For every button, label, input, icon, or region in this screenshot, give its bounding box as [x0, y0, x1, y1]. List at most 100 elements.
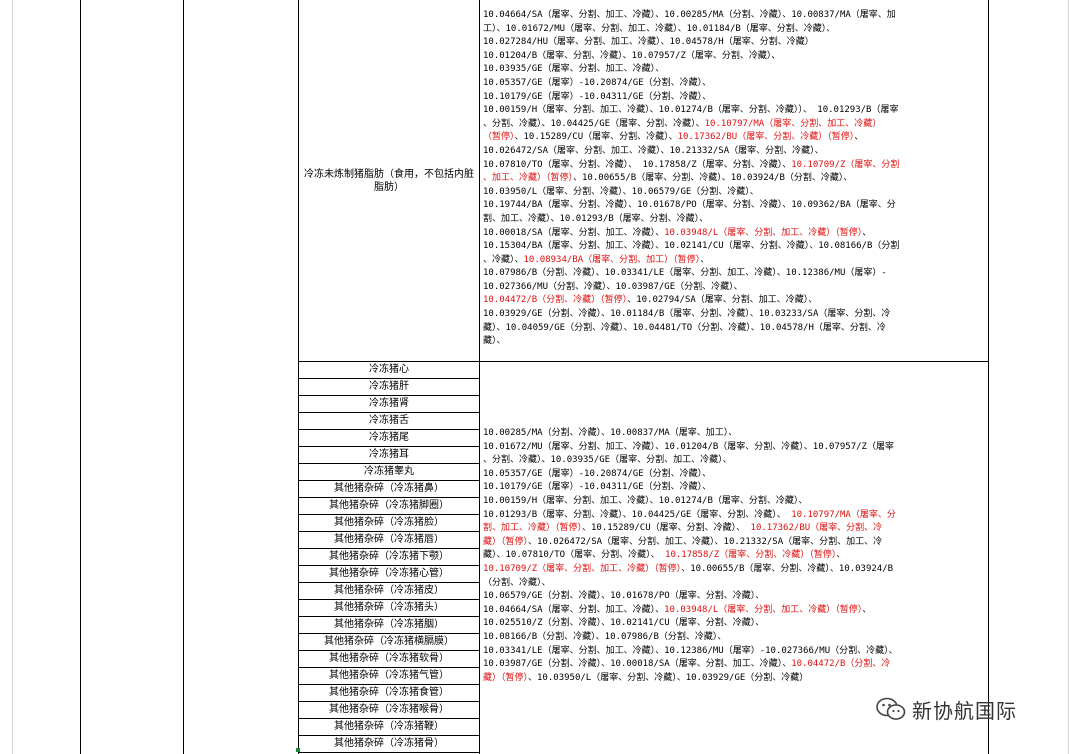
plant-entry: 10.05357/GE（屠宰）-10.20874/GE（分割、冷藏）、 — [483, 468, 712, 479]
plant-entry: 、10.026472/SA（屠宰、分割、加工、冷藏）、10.21332/SA（屠… — [528, 536, 883, 547]
product-name-cell: 其他猪杂碎（冷冻猪头） — [334, 602, 444, 613]
product-name-cell: 冷冻猪肝 — [369, 381, 409, 392]
suspended-plant-entry: 10.04472/B（分割、冷 — [791, 659, 891, 670]
list-line: 10.025510/Z（分割、冷藏）、10.02141/CU（屠宰、分割、冷藏）… — [483, 617, 986, 631]
list-line: 、冷藏）、10.08934/BA（屠宰、分割、加工）（暂停）、 — [483, 254, 986, 268]
plant-entry: 藏）、 — [483, 336, 506, 347]
plant-entry: 、 — [836, 550, 846, 561]
plant-entry: 、 — [862, 227, 872, 238]
plant-entry: 10.025510/Z（分割、冷藏）、10.02141/CU（屠宰、分割、冷藏）… — [483, 618, 765, 629]
suspended-plant-entry: 藏）（暂停） — [483, 672, 529, 683]
list-line: 10.15304/BA（屠宰、分割、加工、冷藏）、10.02141/CU（屠宰、… — [483, 240, 986, 254]
plant-entry: 10.03950/L（屠宰、分割、冷藏）、10.06579/GE（分割、冷藏）、 — [483, 186, 759, 197]
list-line: 10.04664/SA（屠宰、分割、加工、冷藏）、10.03948/L（屠宰、分… — [483, 604, 986, 618]
cell-corner-marker — [296, 748, 300, 752]
list-line: 10.01293/B（屠宰、分割、冷藏）、10.04425/GE（屠宰、分割、冷… — [483, 509, 986, 523]
product-name-cell: 其他猪杂碎（冷冻猪骨） — [334, 738, 444, 749]
list-line: 工）、10.01672/MU（屠宰、分割、加工、冷藏）、10.01184/B（屠… — [483, 23, 986, 37]
suspended-plant-entry: 10.08934/BA（屠宰、分割、加工）（暂停） — [523, 254, 701, 265]
product-name-cell: 其他猪杂碎（冷冻猪皮） — [334, 585, 444, 596]
list-line: 10.07986/B（分割、冷藏）、10.03341/LE（屠宰、分割、加工、冷… — [483, 267, 986, 281]
product-name-cell: 其他猪杂碎（冷冻猪脚圈） — [329, 500, 449, 511]
list-line: 10.00159/H（屠宰、分割、加工、冷藏）、10.01274/B（屠宰、分割… — [483, 495, 986, 509]
suspended-plant-entry: 、加工、冷藏）（暂停） — [483, 173, 574, 184]
plant-entry: 藏）、10.07810/TO（屠宰、分割、冷藏）、 — [483, 550, 666, 561]
list-line: 藏）、10.07810/TO（屠宰、分割、冷藏）、 10.17858/Z（屠宰、… — [483, 549, 986, 563]
list-line: 10.06579/GE（分割、冷藏）、10.01678/PO（屠宰、分割、冷藏）… — [483, 590, 986, 604]
plant-entry: 、10.15289/CU（屠宰、分割、冷藏）、 — [514, 132, 678, 143]
list-line: 10.027284/HU（屠宰、分割、加工、冷藏）、10.04578/H（屠宰、… — [483, 36, 986, 50]
list-line: 10.04664/SA（屠宰、分割、加工、冷藏）、10.00285/MA（分割、… — [483, 9, 986, 23]
product-name-cell: 冷冻猪尾 — [369, 432, 409, 443]
list-line: 10.03950/L（屠宰、分割、冷藏）、10.06579/GE（分割、冷藏）、 — [483, 186, 986, 200]
list-line: （分割、冷藏）、 — [483, 577, 986, 591]
approved-plant-list: 10.00285/MA（分割、冷藏）、10.00837/MA（屠宰、加工）、 1… — [481, 427, 988, 687]
product-name-cell: 其他猪杂碎（冷冻猪胭） — [334, 619, 444, 630]
plant-entry: 10.19744/BA（屠宰、分割、冷藏）、10.01678/PO（屠宰、分割、… — [483, 200, 896, 211]
plant-entry: 10.10179/GE（屠宰）-10.04311/GE（分割、冷藏）、 — [483, 91, 712, 102]
wechat-icon — [876, 697, 906, 720]
product-name-cell: 冷冻猪肾 — [369, 398, 409, 409]
plant-entry: 、 — [862, 604, 872, 615]
suspended-plant-entry: 10.17362/BU（屠宰、分割、冷藏）（暂停） — [677, 132, 855, 143]
plant-entry: 10.01293/B（屠宰、分割、冷藏）、10.04425/GE（屠宰、分割、冷… — [483, 509, 792, 520]
suspended-plant-entry: （暂停） — [483, 132, 515, 143]
list-line: 10.10709/Z（屠宰、分割、加工、冷藏）（暂停）、10.00655/B（屠… — [483, 563, 986, 577]
product-name-cell: 其他猪杂碎（冷冻猪唇） — [334, 534, 444, 545]
list-line: （暂停）、10.15289/CU（屠宰、分割、冷藏）、10.17362/BU（屠… — [483, 131, 986, 145]
plant-entry: 、10.03950/L（屠宰、分割、冷藏）、10.03929/GE（分割、冷藏） — [528, 672, 809, 683]
suspended-plant-entry: 10.10797/MA（屠宰、分 — [791, 509, 896, 520]
plant-entry: 10.00159/H（屠宰、分割、加工、冷藏）、10.01274/B（屠宰、分割… — [483, 105, 899, 116]
plant-entry: 、10.02794/SA（屠宰、分割、加工、冷藏）、 — [627, 295, 818, 306]
list-line: 割、加工、冷藏）（暂停）、10.15289/CU（屠宰、分割、冷藏）、 10.1… — [483, 522, 986, 536]
watermark-text: 新协航国际 — [912, 698, 1017, 723]
plant-entry: 10.027366/MU（分割、冷藏）、10.03987/GE（分割、冷藏）、 — [483, 281, 743, 292]
product-name-cell: 其他猪杂碎（冷冻猪软骨） — [329, 653, 449, 664]
list-line: 10.19744/BA（屠宰、分割、冷藏）、10.01678/PO（屠宰、分割、… — [483, 199, 986, 213]
suspended-plant-entry: 10.17858/Z（屠宰、分割、冷藏）（暂停） — [665, 550, 837, 561]
suspended-plant-entry: 10.04472/B（分割、冷藏）（暂停） — [483, 295, 628, 306]
list-line: 10.03935/GE（屠宰、分割、加工、冷藏）、 — [483, 63, 986, 77]
plant-entry: 10.03341/LE（屠宰、分割、加工、冷藏）、10.12386/MU（屠宰）… — [483, 645, 898, 656]
product-name-cell: 冷冻猪心 — [369, 364, 409, 375]
list-line: 10.03929/GE（分割、冷藏）、10.01184/B（屠宰、分割、冷藏）、… — [483, 308, 986, 322]
plant-entry: 、10.00655/B（屠宰、分割、冷藏）、10.03924/B（分割、冷藏）、 — [573, 173, 853, 184]
plant-entry: 藏）、10.04059/GE（分割、冷藏）、10.04481/TO（分割、冷藏）… — [483, 322, 886, 333]
product-name-cell: 其他猪杂碎（冷冻猪喉骨） — [329, 704, 449, 715]
plant-entry: 10.00285/MA（分割、冷藏）、10.00837/MA（屠宰、加工）、 — [483, 428, 738, 438]
plant-entry: 10.01204/B（屠宰、分割、冷藏）、10.07957/Z（屠宰、分割、冷藏… — [483, 50, 781, 61]
product-name-cell: 其他猪杂碎（冷冻猪食管） — [329, 687, 449, 698]
list-line: 、分割、冷藏）、10.04425/GE（屠宰、分割、冷藏）、10.10797/M… — [483, 118, 986, 132]
list-line: 10.03341/LE（屠宰、分割、加工、冷藏）、10.12386/MU（屠宰）… — [483, 645, 986, 659]
plant-entry: 、10.00655/B（屠宰、分割、冷藏）、10.03924/B — [681, 563, 894, 574]
column-divider — [479, 0, 480, 754]
suspended-plant-entry: 藏）（暂停） — [483, 536, 529, 547]
column-divider — [988, 0, 989, 754]
suspended-plant-entry: 割、加工、冷藏）（暂停） — [483, 523, 583, 534]
list-line: 藏）（暂停）、10.026472/SA（屠宰、分割、加工、冷藏）、10.2133… — [483, 536, 986, 550]
plant-entry: 10.027284/HU（屠宰、分割、加工、冷藏）、10.04578/H（屠宰、… — [483, 37, 814, 48]
column-divider — [12, 0, 13, 754]
suspended-plant-entry: 10.10709/Z（屠宰、分割 — [791, 159, 900, 170]
product-name-cell: 其他猪杂碎（冷冻猪气管） — [329, 670, 449, 681]
product-name-cell: 其他猪杂碎（冷冻猪横膈膜） — [324, 636, 454, 647]
suspended-plant-entry: 10.10797/MA（屠宰、分割、加工、冷藏） — [704, 118, 882, 129]
suspended-plant-entry: 10.10709/Z（屠宰、分割、加工、冷藏）（暂停） — [483, 563, 682, 574]
list-line: 10.01672/MU（屠宰、分割、加工、冷藏）、10.01204/B（屠宰、分… — [483, 441, 986, 455]
plant-entry: 10.04664/SA（屠宰、分割、加工、冷藏）、10.00285/MA（分割、… — [483, 10, 896, 20]
watermark: 新协航国际 — [876, 694, 1017, 724]
product-name-cell: 其他猪杂碎（冷冻猪心管） — [329, 568, 449, 579]
plant-entry: 、 — [854, 132, 864, 143]
plant-entry: 10.08166/B（分割、冷藏）、10.07986/B（分割、冷藏）、 — [483, 631, 727, 642]
plant-entry: 10.03929/GE（分割、冷藏）、10.01184/B（屠宰、分割、冷藏）、… — [483, 309, 891, 320]
plant-entry: 、 — [700, 254, 710, 265]
suspended-plant-entry: 10.03948/L（屠宰、分割、加工、冷藏）（暂停） — [664, 604, 863, 615]
column-divider — [80, 0, 81, 754]
product-name-cell: 冷冻猪舌 — [369, 415, 409, 426]
product-name-pork-fat: 冷冻未炼制猪脂肪（食用，不包括内脏脂肪） — [304, 168, 474, 193]
list-line: 割、加工、冷藏）、10.01293/B（屠宰、分割、冷藏）、 — [483, 213, 986, 227]
plant-entry: 10.06579/GE（分割、冷藏）、10.01678/PO（屠宰、分割、冷藏）… — [483, 591, 765, 602]
list-line: 10.026472/SA（屠宰、分割、加工、冷藏）、10.21332/SA（屠宰… — [483, 145, 986, 159]
product-name-cell: 其他猪杂碎（冷冻猪鞭） — [334, 721, 444, 732]
plant-entry: 10.03987/GE（分割、冷藏）、10.00018/SA（屠宰、分割、加工、… — [483, 659, 792, 670]
